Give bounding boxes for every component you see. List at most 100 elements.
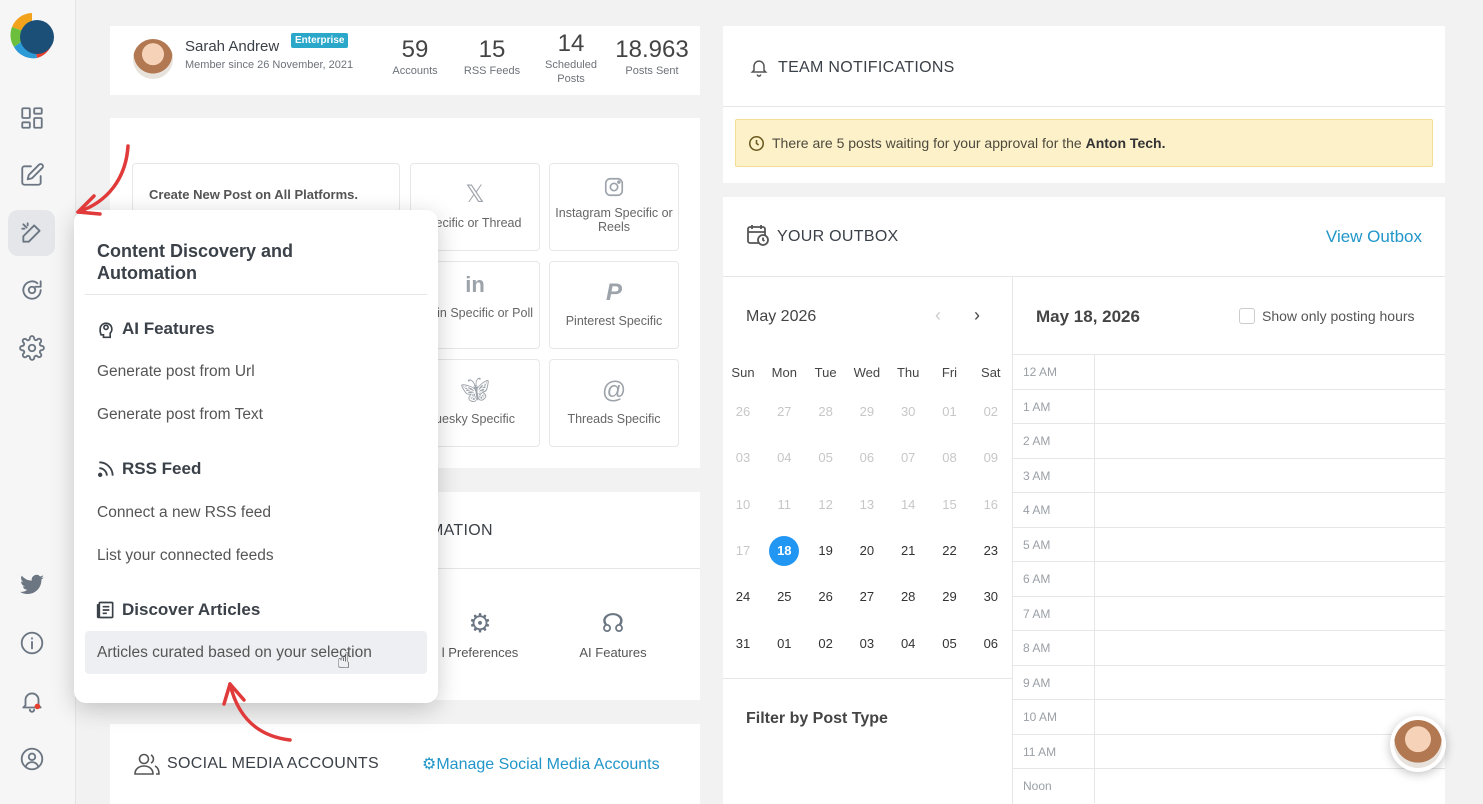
calendar-day[interactable]: 16 xyxy=(976,490,1006,520)
hour-slot[interactable]: 5 AM xyxy=(1013,526,1445,562)
hour-slot[interactable]: 11 AM xyxy=(1013,733,1445,769)
prev-month-button[interactable]: ‹ xyxy=(935,305,941,326)
calendar-day[interactable]: 04 xyxy=(769,443,799,473)
create-post-all-platforms[interactable]: Create New Post on All Platforms. xyxy=(132,163,400,213)
calendar-day[interactable]: 10 xyxy=(728,490,758,520)
automation-nav-button[interactable] xyxy=(8,267,55,313)
calendar-day[interactable]: 09 xyxy=(976,443,1006,473)
notifications-nav-button[interactable] xyxy=(8,678,55,724)
view-outbox-link[interactable]: View Outbox xyxy=(1326,227,1422,247)
calendar-day[interactable]: 13 xyxy=(852,490,882,520)
info-nav-button[interactable] xyxy=(8,620,55,666)
calendar-day[interactable]: 28 xyxy=(811,397,841,427)
calendar-day[interactable]: 26 xyxy=(728,397,758,427)
rss-icon xyxy=(98,461,114,477)
calendar-day[interactable]: 27 xyxy=(769,397,799,427)
hour-slot[interactable]: 9 AM xyxy=(1013,664,1445,700)
calendar-day[interactable]: 29 xyxy=(852,397,882,427)
platform-threads-card[interactable]: @ Threads Specific xyxy=(549,359,679,447)
support-chat-button[interactable] xyxy=(1390,716,1446,772)
hour-slot[interactable]: 12 AM xyxy=(1013,354,1445,389)
calendar-day[interactable]: 28 xyxy=(893,582,923,612)
calendar-day[interactable]: 05 xyxy=(811,443,841,473)
manage-social-accounts-link[interactable]: ⚙︎Manage Social Media Accounts xyxy=(422,754,660,774)
platform-instagram-card[interactable]: Instagram Specific or Reels xyxy=(549,163,679,251)
calendar-day[interactable]: 17 xyxy=(728,536,758,566)
stat-posts-sent[interactable]: 18.963 Posts Sent xyxy=(612,36,692,78)
popup-section-title: AI Features xyxy=(122,319,215,338)
calendar-day[interactable]: 27 xyxy=(852,582,882,612)
calendar-day[interactable]: 02 xyxy=(976,397,1006,427)
popup-section-discover-articles: Discover Articles xyxy=(96,600,260,620)
pen-sparkle-icon xyxy=(20,222,41,243)
hour-slot[interactable]: 2 AM xyxy=(1013,423,1445,458)
calendar-day[interactable]: 06 xyxy=(976,629,1006,659)
calendar-day[interactable]: 20 xyxy=(852,536,882,566)
calendar-day[interactable]: 23 xyxy=(976,536,1006,566)
twitter-nav-button[interactable] xyxy=(8,562,55,608)
calendar-day[interactable]: 06 xyxy=(852,443,882,473)
calendar-day[interactable]: 08 xyxy=(935,443,965,473)
calendar-day[interactable]: 21 xyxy=(893,536,923,566)
approval-alert[interactable]: There are 5 posts waiting for your appro… xyxy=(735,119,1433,167)
dashboard-nav-button[interactable] xyxy=(8,95,55,141)
calendar-day[interactable]: 04 xyxy=(893,629,923,659)
calendar-day[interactable]: 31 xyxy=(728,629,758,659)
connect-rss-feed[interactable]: Connect a new RSS feed xyxy=(97,504,271,522)
compose-nav-button[interactable] xyxy=(8,152,55,198)
calendar-day[interactable]: 15 xyxy=(935,490,965,520)
hour-slot[interactable]: Noon xyxy=(1013,768,1445,803)
calendar-day[interactable]: 03 xyxy=(728,443,758,473)
content-discovery-nav-button[interactable] xyxy=(8,210,55,256)
calendar-day[interactable]: 22 xyxy=(935,536,965,566)
profile-name: Sarah Andrew xyxy=(185,38,280,55)
hour-slot[interactable]: 4 AM xyxy=(1013,492,1445,527)
calendar-day[interactable]: 29 xyxy=(935,582,965,612)
outbox-title: YOUR OUTBOX xyxy=(777,228,899,245)
calendar-day[interactable]: 30 xyxy=(893,397,923,427)
articles-curated-item[interactable]: Articles curated based on your selection xyxy=(97,644,372,662)
profile-nav-button[interactable] xyxy=(8,736,55,782)
automation-ai-features-item[interactable]: ☊ AI Features xyxy=(563,608,663,660)
hour-slot[interactable]: 8 AM xyxy=(1013,630,1445,665)
settings-nav-button[interactable] xyxy=(8,325,55,371)
generate-post-from-text[interactable]: Generate post from Text xyxy=(97,406,263,424)
calendar-day[interactable]: 12 xyxy=(811,490,841,520)
annotation-arrow-top xyxy=(76,144,130,216)
twitter-bird-icon xyxy=(19,574,44,594)
list-connected-feeds[interactable]: List your connected feeds xyxy=(97,547,274,565)
automation-preferences-item[interactable]: ⚙︎ l Preferences xyxy=(430,608,530,660)
calendar-day[interactable]: 11 xyxy=(769,490,799,520)
calendar-day[interactable]: 30 xyxy=(976,582,1006,612)
calendar-day[interactable]: 24 xyxy=(728,582,758,612)
divider xyxy=(723,276,1445,277)
hour-slot[interactable]: 3 AM xyxy=(1013,457,1445,493)
hour-slot[interactable]: 10 AM xyxy=(1013,699,1445,734)
hour-slot[interactable]: 6 AM xyxy=(1013,561,1445,596)
posting-hours-checkbox[interactable] xyxy=(1239,308,1255,324)
calendar-day[interactable]: 02 xyxy=(811,629,841,659)
platform-pinterest-card[interactable]: P Pinterest Specific xyxy=(549,261,679,349)
calendar-day[interactable]: 19 xyxy=(811,536,841,566)
stat-scheduled-posts[interactable]: 14 Scheduled Posts xyxy=(538,30,604,86)
calendar-day[interactable]: 25 xyxy=(769,582,799,612)
stat-rss-feeds[interactable]: 15 RSS Feeds xyxy=(460,36,524,78)
generate-post-from-url[interactable]: Generate post from Url xyxy=(97,363,255,381)
popup-title: Content Discovery and Automation xyxy=(97,241,294,283)
calendar-day[interactable]: 14 xyxy=(893,490,923,520)
hour-slot[interactable]: 7 AM xyxy=(1013,595,1445,631)
alert-text: There are 5 posts waiting for your appro… xyxy=(772,135,1082,151)
calendar-day[interactable]: 01 xyxy=(935,397,965,427)
stat-accounts[interactable]: 59 Accounts xyxy=(387,36,443,78)
app-logo[interactable] xyxy=(7,9,57,61)
hour-slot[interactable]: 1 AM xyxy=(1013,388,1445,424)
calendar-day[interactable]: 26 xyxy=(811,582,841,612)
next-month-button[interactable]: › xyxy=(974,305,980,326)
calendar-day[interactable]: 07 xyxy=(893,443,923,473)
gear-icon: ⚙︎ xyxy=(422,756,437,773)
calendar-day[interactable]: 01 xyxy=(769,629,799,659)
calendar-day[interactable]: 05 xyxy=(935,629,965,659)
dashboard-grid-icon xyxy=(20,107,43,129)
calendar-day[interactable]: 18 xyxy=(769,535,800,566)
calendar-day[interactable]: 03 xyxy=(852,629,882,659)
